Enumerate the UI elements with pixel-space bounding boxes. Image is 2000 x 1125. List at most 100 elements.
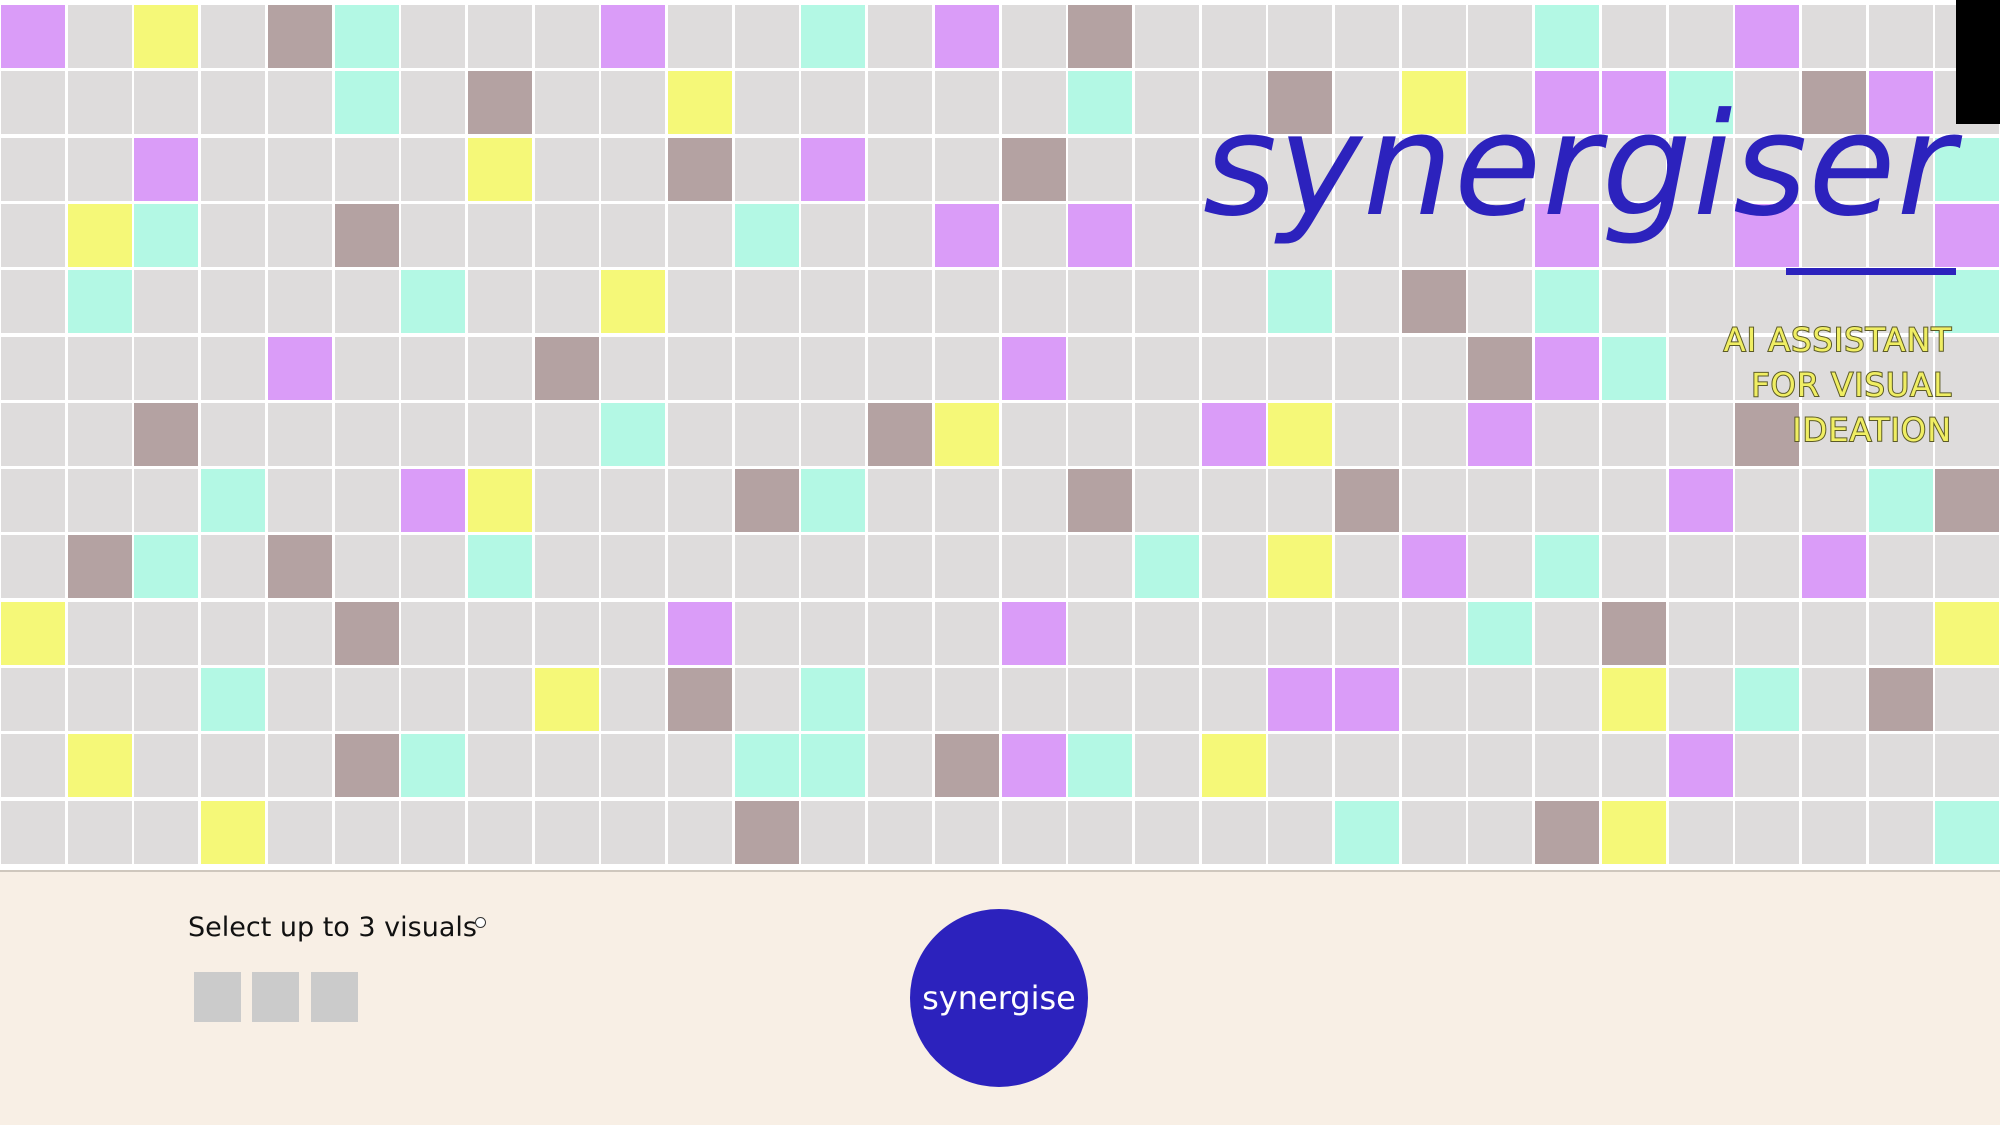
- visual-tile[interactable]: [201, 5, 265, 68]
- visual-tile[interactable]: [668, 403, 732, 466]
- visual-tile[interactable]: [1, 469, 65, 532]
- visual-tile[interactable]: [1135, 734, 1199, 797]
- visual-tile[interactable]: [1202, 403, 1266, 466]
- visual-tile[interactable]: [335, 270, 399, 333]
- visual-tile[interactable]: [1268, 602, 1332, 665]
- visual-tile[interactable]: [1602, 469, 1666, 532]
- visual-tile[interactable]: [68, 668, 132, 731]
- visual-tile[interactable]: [868, 270, 932, 333]
- visual-tile[interactable]: [201, 801, 265, 864]
- visual-tile[interactable]: [601, 602, 665, 665]
- visual-tile[interactable]: [735, 403, 799, 466]
- visual-tile[interactable]: [1535, 337, 1599, 400]
- visual-tile[interactable]: [1135, 138, 1199, 201]
- visual-tile[interactable]: [735, 71, 799, 134]
- visual-tile[interactable]: [535, 71, 599, 134]
- visual-tile[interactable]: [868, 138, 932, 201]
- visual-tile[interactable]: [1802, 5, 1866, 68]
- visual-tile[interactable]: [68, 138, 132, 201]
- visual-tile[interactable]: [268, 138, 332, 201]
- visual-tile[interactable]: [1068, 469, 1132, 532]
- visual-tile[interactable]: [1202, 801, 1266, 864]
- visual-tile[interactable]: [1068, 801, 1132, 864]
- info-icon[interactable]: [475, 917, 486, 928]
- visual-tile[interactable]: [1002, 602, 1066, 665]
- visual-tile[interactable]: [1602, 734, 1666, 797]
- visual-tile[interactable]: [1869, 602, 1933, 665]
- visual-tile[interactable]: [1068, 403, 1132, 466]
- visual-tile[interactable]: [468, 270, 532, 333]
- visual-tile[interactable]: [401, 801, 465, 864]
- visual-tile[interactable]: [1135, 403, 1199, 466]
- visual-tile[interactable]: [1869, 469, 1933, 532]
- visual-tile[interactable]: [868, 5, 932, 68]
- visual-tile[interactable]: [935, 403, 999, 466]
- visual-tile[interactable]: [801, 204, 865, 267]
- visual-tile[interactable]: [1802, 734, 1866, 797]
- visual-tile[interactable]: [1402, 734, 1466, 797]
- visual-tile[interactable]: [268, 535, 332, 598]
- visual-tile[interactable]: [401, 138, 465, 201]
- visual-tile[interactable]: [201, 337, 265, 400]
- visual-tile[interactable]: [335, 734, 399, 797]
- visual-tile[interactable]: [68, 403, 132, 466]
- visual-tile[interactable]: [868, 337, 932, 400]
- visual-tile[interactable]: [1068, 337, 1132, 400]
- visual-tile[interactable]: [535, 469, 599, 532]
- visual-tile[interactable]: [401, 734, 465, 797]
- visual-tile[interactable]: [1468, 5, 1532, 68]
- visual-tile[interactable]: [468, 602, 532, 665]
- visual-tile[interactable]: [1535, 5, 1599, 68]
- visual-tile[interactable]: [1002, 535, 1066, 598]
- visual-tile[interactable]: [1335, 5, 1399, 68]
- visual-tile[interactable]: [1202, 668, 1266, 731]
- visual-tile[interactable]: [1268, 5, 1332, 68]
- visual-tile[interactable]: [1002, 204, 1066, 267]
- visual-tile[interactable]: [1268, 337, 1332, 400]
- visual-tile[interactable]: [268, 204, 332, 267]
- visual-tile[interactable]: [68, 71, 132, 134]
- visual-tile[interactable]: [335, 469, 399, 532]
- visual-tile[interactable]: [1402, 403, 1466, 466]
- visual-tile[interactable]: [335, 71, 399, 134]
- visual-tile[interactable]: [335, 5, 399, 68]
- visual-tile[interactable]: [1202, 469, 1266, 532]
- visual-tile[interactable]: [868, 535, 932, 598]
- visual-tile[interactable]: [401, 602, 465, 665]
- visual-tile[interactable]: [1068, 734, 1132, 797]
- visual-tile[interactable]: [735, 535, 799, 598]
- visual-tile[interactable]: [1002, 469, 1066, 532]
- visual-tile[interactable]: [1735, 5, 1799, 68]
- visual-tile[interactable]: [401, 270, 465, 333]
- visual-tile[interactable]: [468, 403, 532, 466]
- visual-tile[interactable]: [535, 337, 599, 400]
- visual-tile[interactable]: [668, 734, 732, 797]
- visual-tile[interactable]: [668, 602, 732, 665]
- visual-tile[interactable]: [1002, 734, 1066, 797]
- visual-tile[interactable]: [535, 204, 599, 267]
- visual-tile[interactable]: [601, 337, 665, 400]
- visual-tile[interactable]: [268, 801, 332, 864]
- visual-tile[interactable]: [868, 71, 932, 134]
- visual-tile[interactable]: [1002, 668, 1066, 731]
- visual-tile[interactable]: [1802, 535, 1866, 598]
- visual-tile[interactable]: [1602, 801, 1666, 864]
- visual-tile[interactable]: [468, 204, 532, 267]
- visual-tile[interactable]: [468, 5, 532, 68]
- visual-tile[interactable]: [1535, 602, 1599, 665]
- visual-tile[interactable]: [1268, 734, 1332, 797]
- visual-tile[interactable]: [1268, 668, 1332, 731]
- visual-tile[interactable]: [801, 469, 865, 532]
- visual-tile[interactable]: [1468, 270, 1532, 333]
- visual-tile[interactable]: [601, 734, 665, 797]
- visual-tile[interactable]: [1068, 270, 1132, 333]
- visual-tile[interactable]: [268, 71, 332, 134]
- visual-tile[interactable]: [868, 403, 932, 466]
- visual-tile[interactable]: [668, 71, 732, 134]
- visual-tile[interactable]: [1602, 337, 1666, 400]
- visual-tile[interactable]: [1535, 801, 1599, 864]
- visual-tile[interactable]: [68, 602, 132, 665]
- visual-tile[interactable]: [68, 734, 132, 797]
- visual-tile[interactable]: [335, 138, 399, 201]
- visual-tile[interactable]: [1268, 801, 1332, 864]
